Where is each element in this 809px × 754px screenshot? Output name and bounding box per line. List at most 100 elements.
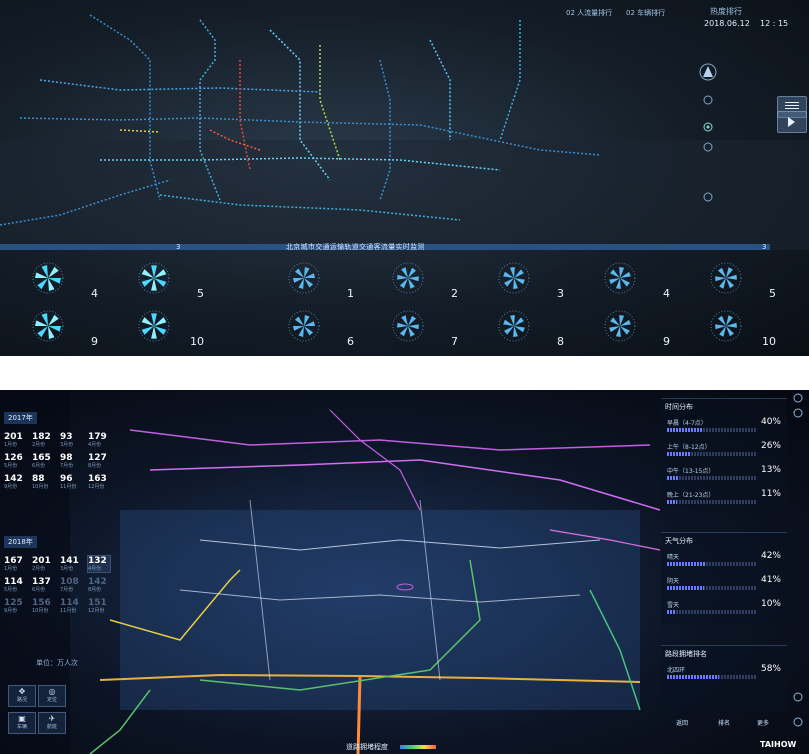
- month-cell[interactable]: 132 4月份: [87, 555, 111, 573]
- fan-card[interactable]: 5: [690, 258, 782, 302]
- month-cell[interactable]: 88 10月份: [32, 474, 54, 490]
- fan-card[interactable]: 9: [12, 306, 104, 350]
- month-value: 167: [4, 556, 23, 566]
- back-button[interactable]: 返回: [676, 718, 688, 727]
- tool-icon: ✈: [48, 714, 56, 723]
- play-button[interactable]: [777, 111, 807, 133]
- fan-card[interactable]: 9: [584, 306, 676, 350]
- fan-card-number: 10: [190, 335, 204, 348]
- month-value: 127: [88, 453, 107, 463]
- weather-distribution-section: 天气分布 晴天 42% 阴天 41% 雪天 10%: [661, 532, 787, 625]
- month-cell[interactable]: 182 2月份: [32, 432, 54, 448]
- month-cell[interactable]: 201 1月份: [4, 432, 26, 448]
- fan-card[interactable]: 7: [372, 306, 464, 350]
- legend-label: 道路拥堵程度: [346, 743, 388, 751]
- month-value: 114: [4, 577, 23, 587]
- month-cell[interactable]: 125 9月份: [4, 598, 26, 614]
- stat-percent: 10%: [760, 599, 781, 609]
- left-tool-button[interactable]: ◎ 定位: [38, 685, 66, 707]
- fan-card[interactable]: 5: [118, 258, 210, 302]
- stat-bar-fill: [667, 675, 720, 679]
- month-label: 3月份: [60, 566, 74, 572]
- banner-title: 北京城市交通运输轨道交通客流量实时监测: [286, 243, 425, 251]
- monthly-grid-2017: 201 1月份 182 2月份 93 3月份 179 4月份 126 5月份 165 6月份 98 7月份…: [4, 432, 110, 490]
- month-value: 132: [88, 556, 107, 566]
- stat-percent: 13%: [760, 465, 781, 475]
- left-tool-button[interactable]: ✈ 航班: [38, 712, 66, 734]
- header-button-3[interactable]: 热度排行: [710, 6, 742, 17]
- metro-flow-dashboard: 02 人流量排行 02 车辆排行 热度排行 2018.06.12 12 : 15…: [0, 0, 809, 356]
- month-cell[interactable]: 96 11月份: [60, 474, 82, 490]
- month-cell[interactable]: 108 7月份: [60, 577, 82, 593]
- month-label: 6月份: [32, 587, 46, 593]
- tool-icon: ▣: [18, 714, 26, 723]
- month-cell[interactable]: 165 6月份: [32, 453, 54, 469]
- month-cell[interactable]: 179 4月份: [88, 432, 110, 448]
- fan-card-number: 1: [347, 287, 354, 300]
- month-cell[interactable]: 141 3月份: [60, 556, 82, 572]
- month-value: 125: [4, 598, 23, 608]
- month-cell[interactable]: 114 5月份: [4, 577, 26, 593]
- stat-bar-fill: [667, 452, 691, 456]
- fan-card[interactable]: 10: [118, 306, 210, 350]
- stat-percent: 11%: [760, 489, 781, 499]
- month-label: 11月份: [60, 484, 77, 490]
- more-button[interactable]: 更多: [757, 718, 769, 727]
- month-cell[interactable]: 127 8月份: [88, 453, 110, 469]
- month-label: 12月份: [88, 484, 105, 490]
- month-cell[interactable]: 142 9月份: [4, 474, 26, 490]
- fan-card-number: 7: [451, 335, 458, 348]
- fan-card[interactable]: 4: [12, 258, 104, 302]
- month-label: 5月份: [4, 587, 18, 593]
- month-value: 151: [88, 598, 107, 608]
- stat-bar-fill: [667, 428, 703, 432]
- month-label: 9月份: [4, 484, 18, 490]
- fan-card[interactable]: 2: [372, 258, 464, 302]
- month-cell[interactable]: 151 12月份: [88, 598, 110, 614]
- left-tool-button[interactable]: ▣ 车辆: [8, 712, 36, 734]
- stat-bar-fill: [667, 500, 677, 504]
- fan-card-number: 4: [91, 287, 98, 300]
- fan-card-number: 2: [451, 287, 458, 300]
- fan-card[interactable]: 1: [268, 258, 360, 302]
- fan-card[interactable]: 6: [268, 306, 360, 350]
- fan-card-number: 6: [347, 335, 354, 348]
- header-button-2[interactable]: 02 车辆排行: [626, 8, 665, 18]
- ranking-button[interactable]: 排名: [718, 718, 730, 727]
- month-cell[interactable]: 114 11月份: [60, 598, 82, 614]
- month-cell[interactable]: 142 8月份: [88, 577, 110, 593]
- month-label: 4月份: [88, 566, 102, 572]
- month-value: 201: [4, 432, 23, 442]
- fan-card[interactable]: 4: [584, 258, 676, 302]
- banner-right-number: 3: [762, 243, 767, 251]
- stat-row: 阴天 41%: [665, 573, 783, 597]
- month-cell[interactable]: 167 1月份: [4, 556, 26, 572]
- fan-card[interactable]: 8: [478, 306, 570, 350]
- month-value: 163: [88, 474, 107, 484]
- stat-bar-fill: [667, 610, 676, 614]
- month-label: 8月份: [88, 463, 102, 469]
- month-cell[interactable]: 126 5月份: [4, 453, 26, 469]
- month-cell[interactable]: 137 6月份: [32, 577, 54, 593]
- month-cell[interactable]: 156 10月份: [32, 598, 54, 614]
- stat-label: 早晨（4-7点）: [667, 420, 707, 427]
- stat-bar: [667, 675, 757, 679]
- fan-card-number: 5: [197, 287, 204, 300]
- fan-card-number: 9: [91, 335, 98, 348]
- fan-card[interactable]: 10: [690, 306, 782, 350]
- banner-left-number: 3: [176, 243, 181, 251]
- month-label: 10月份: [32, 484, 49, 490]
- month-label: 8月份: [88, 587, 102, 593]
- unit-note: 单位：万人次: [36, 659, 78, 667]
- fan-card[interactable]: 3: [478, 258, 570, 302]
- month-label: 7月份: [60, 463, 74, 469]
- year-2017-title: 2017年: [4, 412, 37, 424]
- month-cell[interactable]: 93 3月份: [60, 432, 82, 448]
- monthly-grid-2018: 167 1月份 201 2月份 141 3月份 132 4月份 114 5月份 137 6月份 108 7…: [4, 555, 111, 614]
- month-cell[interactable]: 98 7月份: [60, 453, 82, 469]
- left-tool-button[interactable]: ✥ 路况: [8, 685, 36, 707]
- month-label: 6月份: [32, 463, 46, 469]
- month-cell[interactable]: 201 2月份: [32, 556, 54, 572]
- header-button-1[interactable]: 02 人流量排行: [566, 8, 612, 18]
- month-cell[interactable]: 163 12月份: [88, 474, 110, 490]
